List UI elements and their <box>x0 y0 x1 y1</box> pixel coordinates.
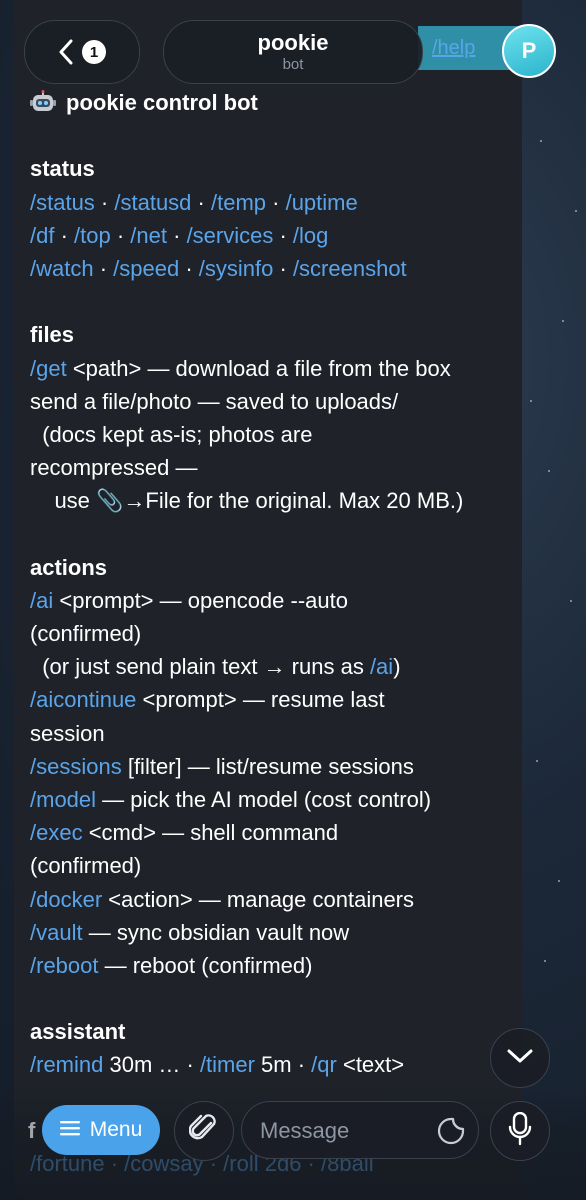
microphone-button[interactable] <box>490 1101 550 1161</box>
plain-text-close: ) <box>393 654 401 680</box>
actions-sessions-line: /sessions [filter] — list/resume session… <box>30 750 515 783</box>
actions-docker-line: /docker <action> — manage containers <box>30 883 515 916</box>
cmd-ai-inline[interactable]: /ai <box>370 654 393 679</box>
cmd-top[interactable]: /top <box>74 223 111 248</box>
message-title: pookie control bot <box>66 90 258 115</box>
cmd-services[interactable]: /services <box>187 223 274 248</box>
cmd-sysinfo[interactable]: /sysinfo <box>199 256 274 281</box>
cmd-uptime[interactable]: /uptime <box>286 190 358 215</box>
separator: · <box>179 255 199 281</box>
cmd-timer[interactable]: /timer <box>200 1052 255 1077</box>
cmd-temp[interactable]: /temp <box>211 190 266 215</box>
vault-description: — sync obsidian vault now <box>82 919 350 945</box>
separator: · <box>54 222 75 248</box>
cmd-remind[interactable]: /remind <box>30 1052 103 1077</box>
status-row-3: /watch · /speed · /sysinfo · /screenshot <box>30 252 515 285</box>
actions-ai-line: /ai <prompt> — opencode --auto <box>30 584 515 617</box>
section-heading-actions: actions <box>30 554 108 580</box>
cmd-model[interactable]: /model <box>30 787 96 812</box>
sticker-icon[interactable] <box>437 1117 465 1150</box>
actions-plain-text-line: (or just send plain text → runs as /ai) <box>30 650 515 683</box>
cmd-speed[interactable]: /speed <box>113 256 179 281</box>
cmd-ai[interactable]: /ai <box>30 588 53 613</box>
unread-count-badge: 1 <box>82 40 106 64</box>
separator: · <box>93 255 114 281</box>
separator: · <box>273 222 293 248</box>
files-line-3: (docs kept as-is; photos are <box>30 421 313 447</box>
menu-button[interactable]: Menu <box>42 1105 160 1155</box>
message-title-line: pookie control bot <box>30 86 515 119</box>
status-row-1: /status · /statusd · /temp · /uptime <box>30 186 515 219</box>
docker-description: <action> — manage containers <box>102 886 415 912</box>
chat-subtitle: bot <box>282 56 304 73</box>
reboot-description: — reboot (confirmed) <box>98 952 313 978</box>
actions-ai-line-2: (confirmed) <box>30 621 142 646</box>
plain-text-note: (or just send plain text → runs as <box>30 654 370 680</box>
exec-description: <cmd> — shell command <box>82 820 339 846</box>
cmd-aicontinue[interactable]: /aicontinue <box>30 687 136 712</box>
sessions-description: [filter] — list/resume sessions <box>121 753 414 779</box>
files-line-4: recompressed — <box>30 455 198 481</box>
files-line-1: /get <path> — download a file from the b… <box>30 352 515 385</box>
cmd-screenshot[interactable]: /screenshot <box>293 256 407 281</box>
back-button[interactable]: 1 <box>24 20 140 84</box>
get-description: <path> — download a file from the box <box>66 355 451 381</box>
assistant-line: /remind 30m … · /timer 5m · /qr <text> <box>30 1048 515 1081</box>
scroll-down-button[interactable] <box>490 1028 550 1088</box>
separator: · <box>191 189 211 215</box>
aicontinue-description: <prompt> — resume last <box>136 687 385 713</box>
cmd-vault[interactable]: /vault <box>30 920 83 945</box>
cmd-watch[interactable]: /watch <box>30 256 94 281</box>
actions-model-line: /model — pick the AI model (cost control… <box>30 783 515 816</box>
files-line-5: use 📎→File for the original. Max 20 MB.) <box>30 488 464 514</box>
menu-label: Menu <box>89 1118 143 1141</box>
avatar[interactable]: P <box>502 24 556 78</box>
section-heading-status: status <box>30 156 95 182</box>
actions-reboot-line: /reboot — reboot (confirmed) <box>30 949 515 982</box>
robot-emoji-icon <box>30 90 56 114</box>
model-description: — pick the AI model (cost control) <box>96 786 432 812</box>
separator: · <box>167 222 187 248</box>
chat-title-pill[interactable]: pookie bot <box>163 20 423 84</box>
cmd-exec[interactable]: /exec <box>30 820 83 845</box>
files-line-2: send a file/photo — saved to uploads/ <box>30 388 399 414</box>
separator: · <box>110 222 131 248</box>
chevron-down-icon <box>506 1048 534 1069</box>
section-heading-assistant: assistant <box>30 1019 126 1045</box>
hidden-heading-fragment: f <box>28 1118 36 1143</box>
hamburger-icon <box>59 1118 80 1142</box>
section-heading-files: files <box>30 322 75 348</box>
chat-title: pookie <box>257 30 329 55</box>
microphone-icon <box>508 1111 532 1151</box>
separator: · <box>266 189 286 215</box>
actions-exec-line-2: (confirmed) <box>30 853 142 879</box>
paperclip-icon <box>188 1113 219 1150</box>
qr-description: <text> <box>336 1052 405 1078</box>
message-input[interactable] <box>258 1102 432 1160</box>
cmd-df[interactable]: /df <box>30 223 54 248</box>
cmd-status[interactable]: /status <box>30 190 95 215</box>
cmd-sessions[interactable]: /sessions <box>30 754 122 779</box>
actions-vault-line: /vault — sync obsidian vault now <box>30 916 515 949</box>
back-chevron-icon <box>58 39 74 65</box>
timer-description: 5m · <box>254 1052 312 1078</box>
cmd-net[interactable]: /net <box>130 223 167 248</box>
cmd-get[interactable]: /get <box>30 356 67 381</box>
cmd-docker[interactable]: /docker <box>30 887 102 912</box>
cmd-log[interactable]: /log <box>293 223 328 248</box>
actions-aicontinue-line: /aicontinue <prompt> — resume last <box>30 683 515 716</box>
remind-description: 30m … · <box>103 1052 200 1078</box>
ai-description: <prompt> — opencode --auto <box>53 587 348 613</box>
cmd-statusd[interactable]: /statusd <box>114 190 191 215</box>
attach-button[interactable] <box>174 1101 234 1161</box>
status-row-2: /df · /top · /net · /services · /log <box>30 219 515 252</box>
message-input-container <box>241 1101 479 1160</box>
separator: · <box>94 189 115 215</box>
cmd-reboot[interactable]: /reboot <box>30 953 99 978</box>
message-text: pookie control bot status /status · /sta… <box>30 86 515 1082</box>
actions-aicontinue-line-2: session <box>30 720 105 746</box>
cmd-qr[interactable]: /qr <box>311 1052 337 1077</box>
separator: · <box>273 255 293 281</box>
actions-exec-line: /exec <cmd> — shell command <box>30 816 515 849</box>
